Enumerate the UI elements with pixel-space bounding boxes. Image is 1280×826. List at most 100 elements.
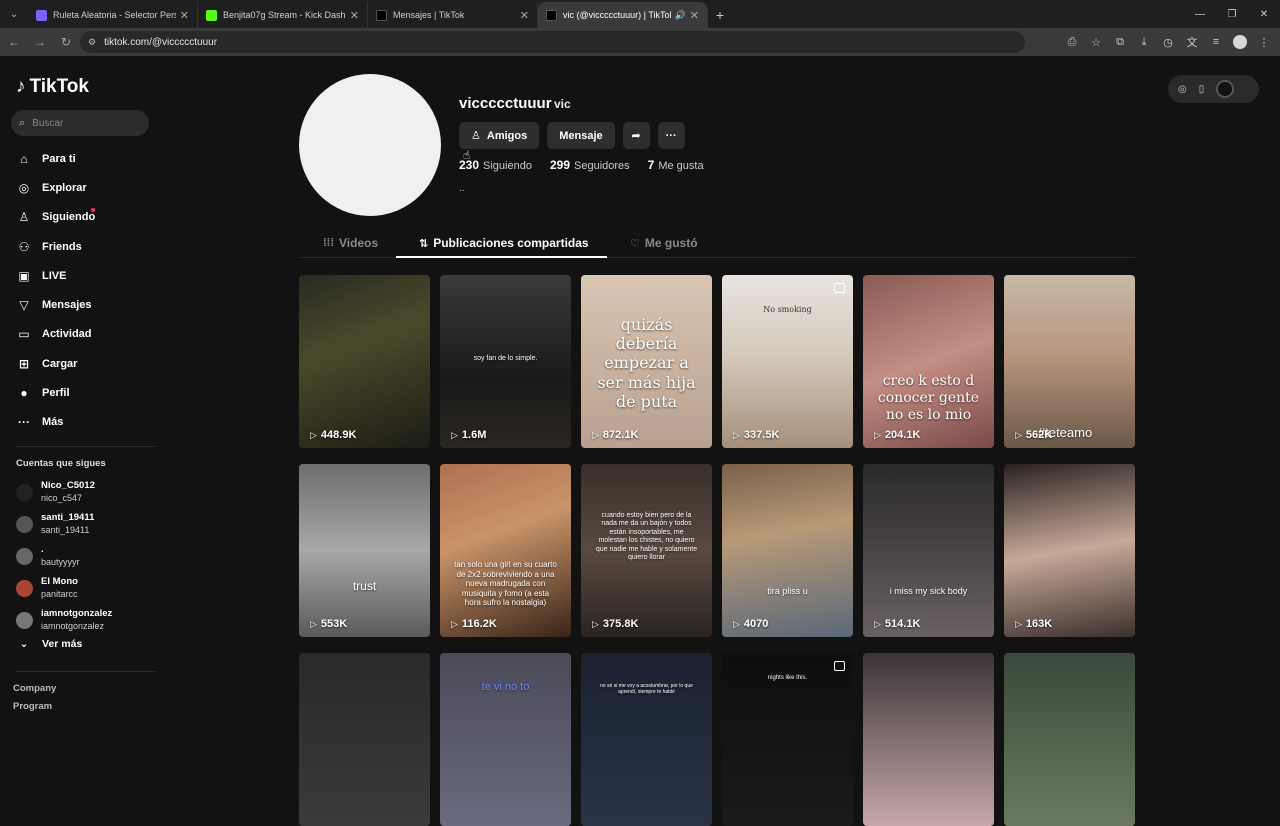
user-avatar[interactable] [1216,80,1235,98]
browser-menu-icon[interactable]: ⋮ [1254,32,1274,52]
browser-tab-profile[interactable]: vic (@viccccctuuur) | TikTok 🔊 ✕ [538,2,708,28]
url-bar[interactable]: ⚙ tiktok.com/@viccccctuuur [80,31,1025,53]
sidebar-item-inbox[interactable]: ▽ Mensajes [16,290,99,319]
upload-icon: ⊞ [18,356,30,371]
account-avatar[interactable] [1233,35,1247,49]
close-tab-icon[interactable]: ✕ [690,9,699,22]
tab-liked[interactable]: ♡ Me gustó [630,236,698,250]
message-button[interactable]: Mensaje [547,122,615,149]
following-account[interactable]: santi_19411 santi_19411 [16,508,112,540]
tab-reposts[interactable]: ⇅ Publicaciones compartidas [419,236,589,250]
sidebar-item-profile[interactable]: ● Perfil [16,378,99,407]
extensions-icon[interactable]: ⧉ [1110,32,1130,52]
browser-tab-mensajes[interactable]: Mensajes | TikTok ✕ [368,2,538,28]
profile-icon: ● [20,386,28,401]
following-account[interactable]: iamnotgonzalez iamnotgonzalez [16,604,112,636]
close-window-icon[interactable]: ✕ [1248,0,1280,28]
sidebar-item-label: Para ti [42,152,76,165]
sidebar-item-more[interactable]: ··· Más [16,408,99,437]
video-card[interactable]: cuando estoy bien pero de la nada me da … [581,464,712,637]
sidebar-item-live[interactable]: ▣ LIVE [16,261,99,290]
sidebar-item-upload[interactable]: ⊞ Cargar [16,349,99,378]
browser-tab-ruleta[interactable]: Ruleta Aleatoria - Selector Perso ✕ [28,2,198,28]
tiktok-logo[interactable]: ♪ TikTok [16,76,89,98]
view-count-value: 553K [320,618,348,630]
compass-small-icon[interactable]: ◎ [1178,84,1187,95]
video-card[interactable]: tan solo una girl en su cuarto de 2x2 so… [440,464,571,637]
following-account[interactable]: El Mono panitarcc [16,572,112,604]
restore-icon[interactable]: ❐ [1216,0,1248,28]
friends-label: Amigos [486,129,528,142]
more-options-button[interactable]: ··· [657,122,685,149]
video-card[interactable]: ▷ 448.9K [299,275,430,448]
profile-avatar[interactable] [299,74,441,216]
minimize-icon[interactable]: — [1184,0,1216,28]
sidebar-item-following[interactable]: ♙ Siguiendo [16,203,99,232]
video-card[interactable]: creo k esto d conocer gente no es lo mio… [863,275,994,448]
history-icon[interactable]: ◷ [1158,32,1178,52]
close-tab-icon[interactable]: ✕ [180,9,189,22]
download-icon[interactable]: ⤓ [1134,32,1154,52]
avatar [16,547,33,565]
following-account[interactable]: Nico_C5012 nico_c547 [16,476,112,508]
view-count: ▷ 116.2K [451,618,497,630]
footer-program-link[interactable]: Program [13,701,52,712]
tab-videos[interactable]: ⁞⁞⁞ Videos [323,236,378,250]
video-card[interactable]: quizás debería empezar a ser más hija de… [581,275,712,448]
video-card[interactable]: te vi no to [440,653,571,826]
following-account[interactable]: . bautyyyyr [16,540,112,572]
forward-icon[interactable]: → [28,30,52,54]
avatar [16,611,33,629]
tab-title: Ruleta Aleatoria - Selector Perso [53,10,176,20]
video-card[interactable]: ▷ 163K [1004,464,1135,637]
bookmark-star-icon[interactable]: ☆ [1086,32,1106,52]
tab-liked-label: Me gustó [644,236,698,250]
profile-tabs: ⁞⁞⁞ Videos ⇅ Publicaciones compartidas ♡… [299,232,1135,258]
video-card[interactable]: tira pliss u ▷ 4070 [722,464,853,637]
followers-stat[interactable]: 299 Seguidores [550,158,630,172]
photo-post-icon [834,283,845,293]
site-info-icon[interactable]: ⚙ [88,37,96,48]
video-card[interactable]: nights like this. [722,653,853,826]
video-card[interactable] [1004,653,1135,826]
tab-search-button[interactable]: ⌄ [0,0,28,28]
play-icon: ▷ [592,429,599,440]
sidebar-item-compass[interactable]: ◎ Explorar [16,173,99,202]
sidebar-item-home[interactable]: ⌂ Para ti [16,144,99,173]
see-more-button[interactable]: ⌄ Ver más [16,638,83,650]
video-caption: quizás debería empezar a ser más hija de… [597,315,696,411]
video-card[interactable]: trust ▷ 553K [299,464,430,637]
phone-icon[interactable]: ▯ [1199,84,1205,95]
back-icon[interactable]: ← [2,30,26,54]
video-card[interactable]: #teteamo ▷ 562K [1004,275,1135,448]
reading-list-icon[interactable]: ≡ [1206,32,1226,52]
compass-icon: ◎ [18,180,30,195]
video-card[interactable] [299,653,430,826]
new-tab-button[interactable]: + [708,2,732,28]
sidebar-item-activity[interactable]: ▭ Actividad [16,320,99,349]
footer-company-link[interactable]: Company [13,683,56,694]
reload-icon[interactable]: ↻ [54,30,78,54]
video-card[interactable]: No smoking ▷ 337.5K [722,275,853,448]
account-handle: nico_c547 [41,493,83,503]
video-card[interactable] [863,653,994,826]
friends-button[interactable]: ♙ Amigos [459,122,540,149]
followers-count: 299 [549,158,570,172]
sidebar-item-friends[interactable]: ⚇ Friends [16,232,99,261]
video-card[interactable]: soy fan de lo simple. ▷ 1.6M [440,275,571,448]
translate-icon[interactable]: 文 [1182,32,1202,52]
close-tab-icon[interactable]: ✕ [350,9,359,22]
toolbar-actions: ⎙ ☆ ⧉ ⤓ ◷ 文 ≡ ⋮ [1062,32,1274,52]
video-card[interactable]: i miss my sick body ▷ 514.1K [863,464,994,637]
view-count-value: 1.6M [461,429,487,441]
account-name: . [41,544,44,555]
browser-tab-kick[interactable]: Benjita07g Stream - Kick Dashbo ✕ [198,2,368,28]
chevron-down-icon: ⌄ [19,638,29,650]
speaker-icon[interactable]: 🔊 [675,10,686,21]
activity-icon: ▭ [18,327,30,342]
install-app-icon[interactable]: ⎙ [1062,32,1082,52]
search-input[interactable]: ⌕ Buscar [11,110,149,136]
video-card[interactable]: no sé si me voy a acostumbrar, por lo qu… [581,653,712,826]
close-tab-icon[interactable]: ✕ [520,9,529,22]
share-button[interactable]: ➦ [622,122,650,149]
